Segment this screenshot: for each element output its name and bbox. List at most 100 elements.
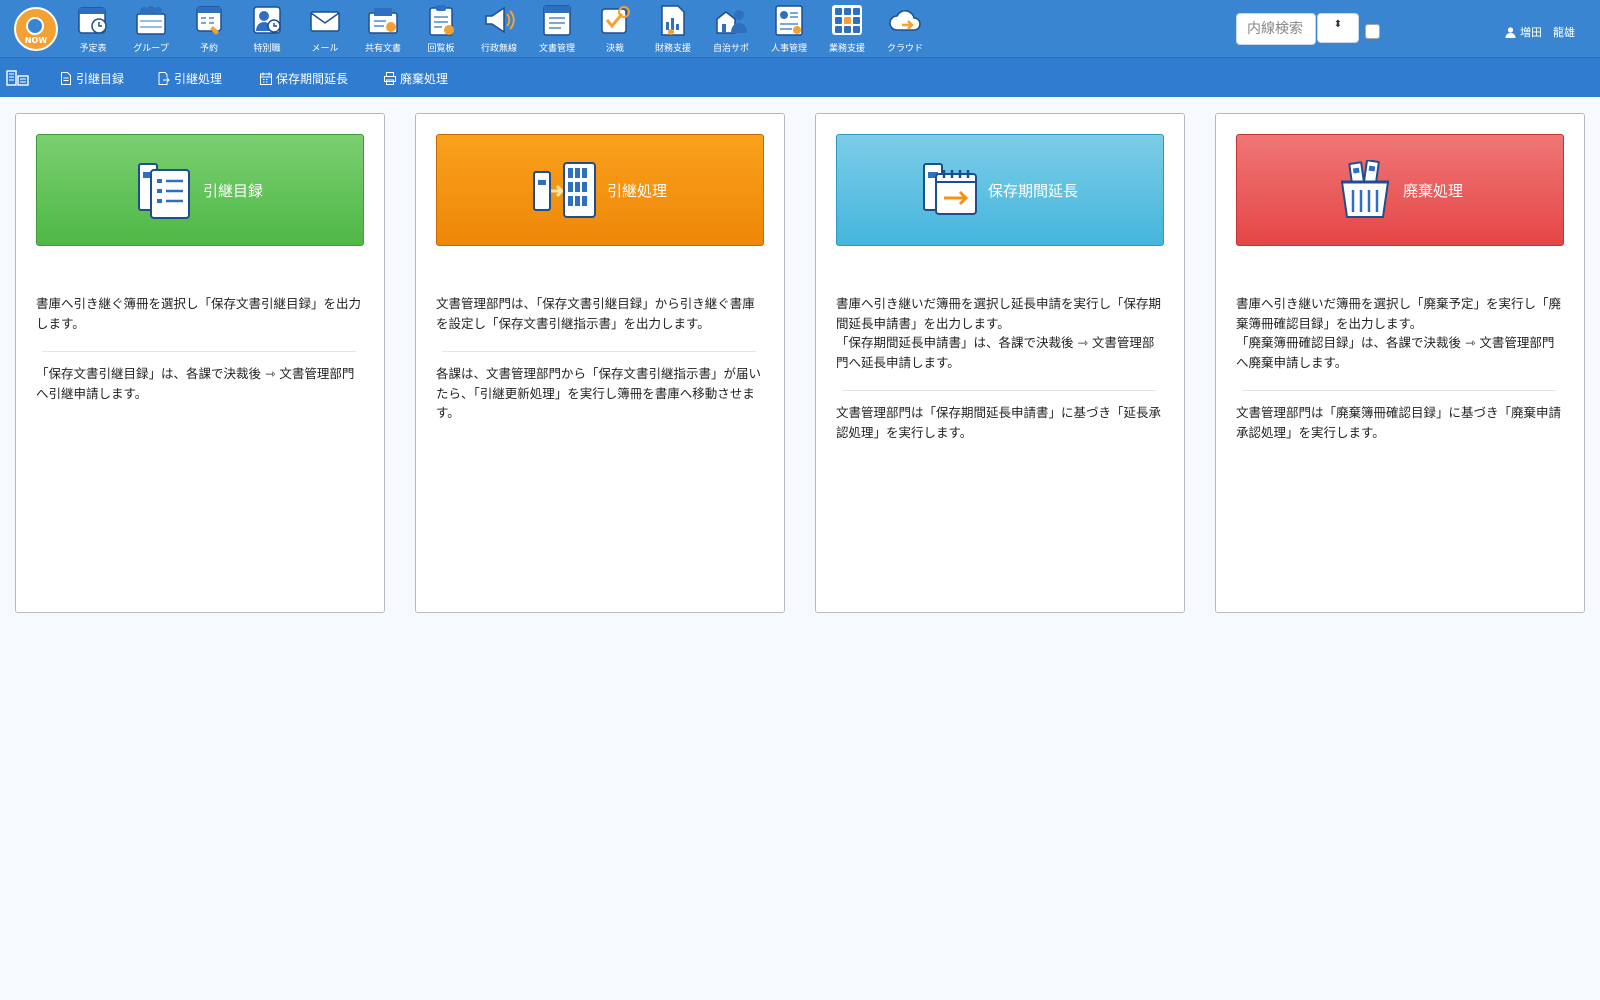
nav-label: 引継処理 xyxy=(174,71,223,86)
card-disposal-process: 廃棄処理 書庫へ引き継いだ簿冊を選択し「廃棄予定」を実行し「廃棄簿冊確認目録」を… xyxy=(1215,113,1585,613)
app-business-support[interactable]: 業務支援 xyxy=(818,3,876,55)
list-document-icon xyxy=(137,163,190,219)
nav-label: 保存期間延長 xyxy=(276,71,349,86)
divider xyxy=(42,351,356,352)
finance-report-icon xyxy=(661,5,685,36)
card-description: 文書管理部門は、「保存文書引継目録」から引き継ぐ書庫を設定し「保存文書引継指示書… xyxy=(436,294,762,435)
app-label: 財務支援 xyxy=(654,44,691,54)
app-label: 文書管理 xyxy=(538,44,575,54)
document-management-icon xyxy=(543,5,571,36)
nav-label: 引継目録 xyxy=(76,71,125,86)
nav-label: 廃棄処理 xyxy=(400,71,449,86)
user-name: 増田 龍雄 xyxy=(1520,26,1575,39)
card-transfer-process: 引継処理 文書管理部門は、「保存文書引継目録」から引き継ぐ書庫を設定し「保存文書… xyxy=(415,113,785,613)
app-personnel[interactable]: 人事管理 xyxy=(760,3,818,55)
transfer-to-shelf-icon xyxy=(532,162,596,218)
app-document-management[interactable]: 文書管理 xyxy=(528,3,586,55)
app-municipal-support[interactable]: 自治サポ xyxy=(702,3,760,55)
app-group[interactable]: グループ xyxy=(122,3,180,55)
app-label: 予約 xyxy=(199,44,218,54)
extension-search-input[interactable] xyxy=(1237,14,1315,44)
description-text: 文書管理部門は、「保存文書引継目録」から引き継ぐ書庫を設定し「保存文書引継指示書… xyxy=(436,296,755,331)
divider xyxy=(442,351,756,352)
app-label: グループ xyxy=(133,44,169,54)
card-transfer-catalog: 引継目録 書庫へ引き継ぐ簿冊を選択し「保存文書引継目録」を出力します。 「保存文… xyxy=(15,113,385,613)
logo-ring xyxy=(26,17,44,35)
app-mail[interactable]: メール xyxy=(296,3,354,55)
user-menu[interactable]: 増田 龍雄 xyxy=(1505,24,1575,40)
description-text: 各課は、文書管理部門から「保存文書引継指示書」が届いたら、「引継更新処理」を実行… xyxy=(436,366,762,420)
megaphone-icon xyxy=(485,6,515,34)
description-text: 「廃棄簿冊確認目録」は、各課で決裁後 ⇾ 文書管理部門へ廃棄申請します。 xyxy=(1236,335,1555,370)
description-text: 文書管理部門は「保存期間延長申請書」に基づき「延長承認処理」を実行します。 xyxy=(836,405,1162,440)
card-description: 書庫へ引き継ぐ簿冊を選択し「保存文書引継目録」を出力します。 「保存文書引継目録… xyxy=(36,294,362,415)
nav-retention-extension[interactable]: 保存期間延長 xyxy=(260,58,348,98)
calendar-icon xyxy=(260,72,272,85)
app-radio[interactable]: 行政無線 xyxy=(470,3,528,55)
nav-transfer-catalog[interactable]: 引継目録 xyxy=(60,58,124,98)
retention-extension-button[interactable]: 保存期間延長 xyxy=(836,134,1164,246)
disposal-process-button[interactable]: 廃棄処理 xyxy=(1236,134,1564,246)
card-description: 書庫へ引き継いだ簿冊を選択し延長申請を実行し「保存期間延長申請書」を出力します。… xyxy=(836,294,1162,454)
extension-search xyxy=(1236,13,1316,45)
card-title: 保存期間延長 xyxy=(987,181,1078,200)
app-reservation[interactable]: 予約 xyxy=(180,3,238,55)
app-label: 決裁 xyxy=(605,44,624,54)
divider xyxy=(842,390,1156,391)
document-icon xyxy=(61,71,71,85)
app-label: 自治サポ xyxy=(712,44,749,54)
description-text: 書庫へ引き継いだ簿冊を選択し「廃棄予定」を実行し「廃棄簿冊確認目録」を出力します… xyxy=(1236,296,1562,331)
app-label: 行政無線 xyxy=(480,44,517,54)
app-schedule[interactable]: 予定表 xyxy=(64,3,122,55)
description-text: 書庫へ引き継ぐ簿冊を選択し「保存文書引継目録」を出力します。 xyxy=(36,296,362,331)
nav-transfer-process[interactable]: 引継処理 xyxy=(158,58,222,98)
app-finance[interactable]: 財務支援 xyxy=(644,3,702,55)
app-cloud[interactable]: クラウド xyxy=(876,3,934,55)
app-executive[interactable]: 特別職 xyxy=(238,3,296,55)
description-text: 「保存期間延長申請書」は、各課で決裁後 ⇾ 文書管理部門へ延長申請します。 xyxy=(836,335,1155,370)
document-archive-home-icon[interactable] xyxy=(6,69,30,87)
user-icon xyxy=(1505,26,1516,38)
app-approval[interactable]: 決裁 xyxy=(586,3,644,55)
module-nav-bar: 引継目録 引継処理 保存期間延長 廃棄処理 xyxy=(0,57,1600,97)
app-label: 回覧板 xyxy=(427,44,455,54)
nav-disposal-process[interactable]: 廃棄処理 xyxy=(384,58,448,98)
option-checkbox[interactable] xyxy=(1365,24,1380,39)
app-label: クラウド xyxy=(886,44,923,54)
logo-text: NOW xyxy=(24,36,48,45)
top-app-bar: NOW 予定表 グループ 予約 特別職 メール 共有文書 回覧板 行政無線 文書… xyxy=(0,0,1600,57)
app-label: 業務支援 xyxy=(828,44,865,54)
app-shared-docs[interactable]: 共有文書 xyxy=(354,3,412,55)
group-calendar-icon xyxy=(136,6,166,35)
executive-schedule-icon xyxy=(253,6,281,34)
printer-icon xyxy=(384,71,396,85)
transfer-catalog-button[interactable]: 引継目録 xyxy=(36,134,364,246)
shared-documents-icon xyxy=(368,8,398,34)
app-label: 予定表 xyxy=(79,44,107,54)
app-circular[interactable]: 回覧板 xyxy=(412,3,470,55)
app-label: メール xyxy=(311,44,339,54)
reservation-icon xyxy=(196,6,222,35)
card-description: 書庫へ引き継いだ簿冊を選択し「廃棄予定」を実行し「廃棄簿冊確認目録」を出力します… xyxy=(1236,294,1562,454)
description-text: 「保存文書引継目録」は、各課で決裁後 ⇾ 文書管理部門へ引継申請します。 xyxy=(36,366,355,401)
calendar-clock-icon xyxy=(78,7,107,34)
description-text: 書庫へ引き継いだ簿冊を選択し延長申請を実行し「保存期間延長申請書」を出力します。 xyxy=(836,296,1162,331)
business-support-grid-icon xyxy=(832,5,862,35)
search-scope-select[interactable]: ⬍ xyxy=(1317,13,1359,43)
card-retention-extension: 保存期間延長 書庫へ引き継いだ簿冊を選択し延長申請を実行し「保存期間延長申請書」… xyxy=(815,113,1185,613)
transfer-icon xyxy=(158,71,170,85)
now-logo[interactable]: NOW xyxy=(14,7,58,51)
transfer-process-button[interactable]: 引継処理 xyxy=(436,134,764,246)
disposal-basket-icon xyxy=(1340,160,1390,218)
circular-board-icon xyxy=(429,5,454,36)
app-label: 人事管理 xyxy=(770,44,807,54)
card-title: 引継目録 xyxy=(202,181,263,200)
app-label: 特別職 xyxy=(253,44,281,54)
description-text: 文書管理部門は「廃棄簿冊確認目録」に基づき「廃棄申請承認処理」を実行します。 xyxy=(1236,405,1562,440)
approval-check-icon xyxy=(601,6,630,34)
municipal-support-icon xyxy=(716,10,747,34)
card-title: 廃棄処理 xyxy=(1402,181,1463,200)
divider xyxy=(1242,390,1556,391)
card-title: 引継処理 xyxy=(606,181,667,200)
chevron-up-down-icon: ⬍ xyxy=(1333,19,1343,30)
